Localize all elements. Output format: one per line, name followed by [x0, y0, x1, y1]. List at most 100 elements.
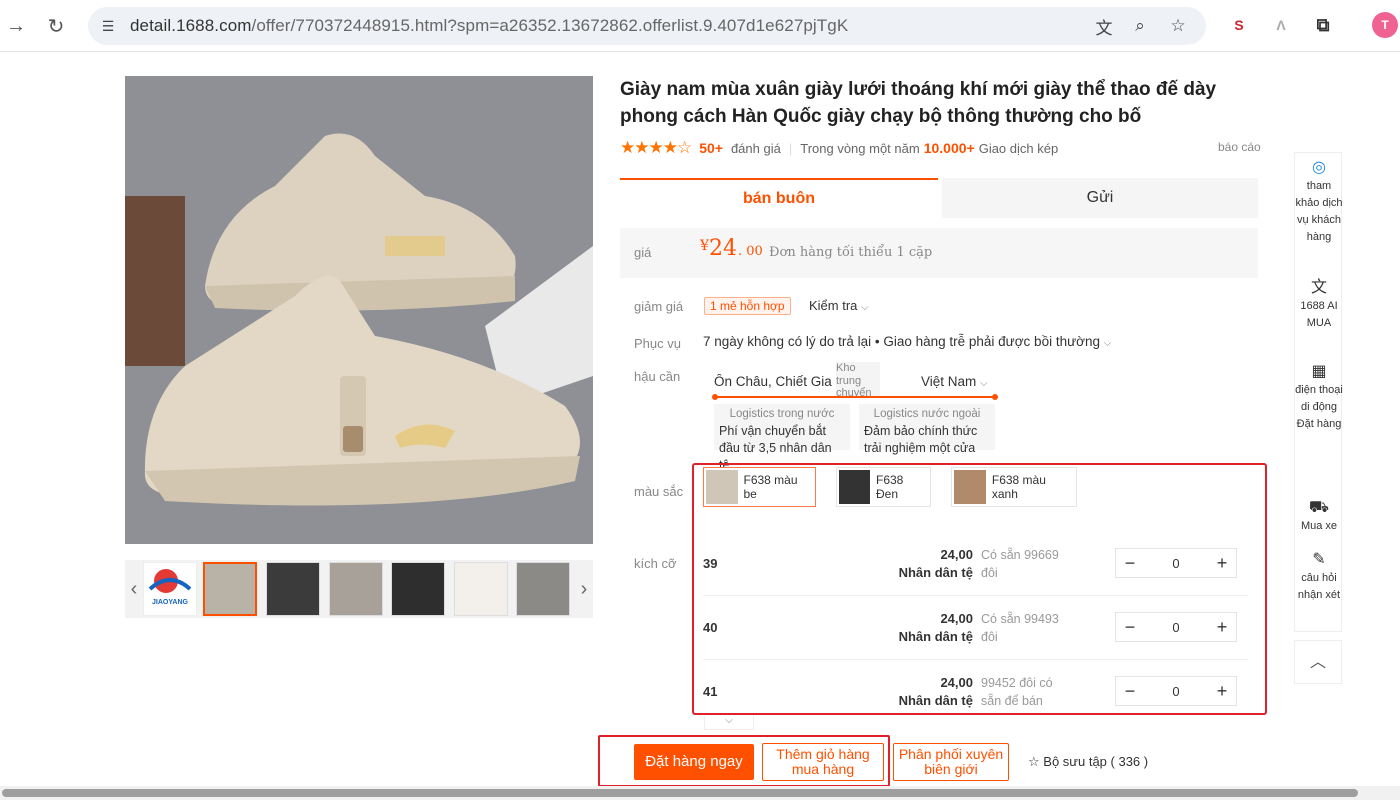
brand-logo-text: JIAOYANG	[152, 599, 188, 606]
quantity-stepper: − 0 +	[1115, 676, 1237, 706]
edit-icon: ✎	[1312, 551, 1326, 568]
domestic-logistics[interactable]: Logistics trong nước Phí vận chuyển bắt …	[714, 404, 850, 472]
mixed-batch-tag: 1 mẻ hỗn hợp	[704, 297, 791, 315]
check-label: Kiểm tra	[809, 298, 858, 313]
review-count[interactable]: 50+	[699, 140, 723, 156]
size-label: kích cỡ	[634, 556, 677, 571]
report-link[interactable]: báo cáo	[1218, 140, 1261, 154]
sidebar-mobile-order[interactable]: ▦ điện thoại di động Đặt hàng	[1295, 363, 1343, 433]
sidebar-cart[interactable]: ⛟ Mua xe	[1295, 499, 1343, 535]
international-logistics[interactable]: Logistics nước ngoài Đảm bảo chính thức …	[859, 404, 995, 455]
thumbnail-3[interactable]	[329, 562, 383, 616]
color-thumb	[954, 470, 986, 504]
extension-a-icon[interactable]: Λ	[1268, 12, 1294, 38]
sidebar-ai-buy[interactable]: 文 1688 AI MUA	[1295, 279, 1343, 332]
reload-icon[interactable]: ↻	[40, 10, 72, 42]
size-row: 40 24,00 Nhân dân tệ Có sẵn 99493 đôi − 0…	[703, 598, 1248, 660]
back-to-top-chevron-up-icon[interactable]: ︿	[1294, 640, 1342, 684]
tab-wholesale[interactable]: bán buôn	[620, 178, 938, 218]
plus-icon[interactable]: +	[1208, 617, 1236, 638]
address-bar[interactable]: ☰ detail.1688.com/offer/770372448915.htm…	[88, 7, 1206, 45]
rating-stars-icon: ★★★★☆	[620, 138, 692, 157]
size-price: 24,00 Nhân dân tệ	[853, 610, 973, 646]
size-stock: Có sẵn 99493 đôi	[981, 612, 1059, 644]
expand-sizes-chevron-icon[interactable]: ⌵	[704, 716, 754, 730]
service-dropdown[interactable]: 7 ngày không có lý do trả lại • Giao hàn…	[703, 334, 1111, 349]
thumb-next-icon[interactable]: ›	[577, 576, 591, 602]
order-now-button[interactable]: Đặt hàng ngay	[634, 744, 754, 780]
sidebar-customer-service[interactable]: ◎ tham khảo dịch vụ khách hàng	[1295, 159, 1343, 246]
floating-sidebar: ◎ tham khảo dịch vụ khách hàng 文 1688 AI…	[1294, 152, 1343, 632]
size-row: 39 24,00 Nhân dân tệ Có sẵn 99669 đôi − 0…	[703, 534, 1248, 596]
price-value: 24	[709, 236, 737, 261]
zoom-icon[interactable]: ⌕	[1128, 15, 1152, 37]
color-option-label: F638 màu xanh	[991, 473, 1046, 501]
qr-code-icon: ▦	[1311, 363, 1327, 380]
sidebar-label: câu hỏi nhận xét	[1297, 572, 1341, 601]
ship-to-dropdown[interactable]: Việt Nam ⌵	[921, 374, 988, 389]
profile-avatar[interactable]: T	[1372, 12, 1398, 38]
quantity-input[interactable]: 0	[1172, 556, 1179, 571]
color-option-beige[interactable]: F638 màu be	[703, 467, 816, 507]
thumb-prev-icon[interactable]: ‹	[127, 576, 141, 602]
plus-icon[interactable]: +	[1208, 681, 1236, 702]
color-option-blue[interactable]: F638 màu xanh	[951, 467, 1077, 507]
route-dot-end	[992, 394, 998, 400]
color-option-label: F638 màu be	[743, 473, 798, 501]
brand-thumbnail[interactable]: JIAOYANG	[143, 562, 197, 616]
check-dropdown[interactable]: Kiểm tra ⌵	[809, 298, 869, 313]
collection-button[interactable]: ☆ Bộ sưu tập ( 336 )	[1028, 754, 1148, 770]
sidebar-label: 1688 AI MUA	[1300, 300, 1338, 329]
size-name: 41	[703, 684, 718, 699]
review-label: đánh giá	[730, 140, 781, 156]
thumbnail-1[interactable]	[203, 562, 257, 616]
size-row: 41 24,00 Nhân dân tệ 99452 đôi có sẵn để …	[703, 662, 1248, 724]
size-price: 24,00 Nhân dân tệ	[853, 546, 973, 582]
minus-icon[interactable]: −	[1116, 553, 1144, 574]
chevron-down-icon: ⌵	[980, 378, 988, 389]
cross-border-button[interactable]: Phân phối xuyên biên giới	[893, 743, 1009, 781]
forward-arrow-icon[interactable]: →	[0, 10, 32, 42]
sidebar-label: điện thoại di động Đặt hàng	[1295, 384, 1343, 430]
cart-icon: ⛟	[1308, 499, 1330, 516]
minus-icon[interactable]: −	[1116, 617, 1144, 638]
price-cents: . 00	[738, 244, 763, 259]
seo-extension-icon[interactable]: S	[1226, 12, 1252, 38]
minus-icon[interactable]: −	[1116, 681, 1144, 702]
main-product-image[interactable]	[125, 76, 593, 544]
plus-icon[interactable]: +	[1208, 553, 1236, 574]
intl-logistics-title: Logistics nước ngoài	[873, 408, 981, 420]
url-text[interactable]: detail.1688.com/offer/770372448915.html?…	[130, 16, 848, 36]
bookmark-star-icon[interactable]: ☆	[1166, 15, 1190, 37]
quantity-input[interactable]: 0	[1172, 684, 1179, 699]
site-settings-icon[interactable]: ☰	[98, 16, 118, 36]
color-option-black[interactable]: F638 Đen	[836, 467, 931, 507]
sidebar-qa[interactable]: ✎ câu hỏi nhận xét	[1295, 551, 1343, 604]
scrollbar-thumb[interactable]	[2, 789, 1358, 797]
browser-toolbar: → ↻ ☰ detail.1688.com/offer/770372448915…	[0, 0, 1400, 52]
horizontal-scrollbar[interactable]	[0, 786, 1400, 800]
thumbnail-6[interactable]	[516, 562, 570, 616]
tab-send[interactable]: Gửi	[942, 178, 1258, 218]
size-name: 40	[703, 620, 718, 635]
thumbnail-5[interactable]	[454, 562, 508, 616]
extensions-puzzle-icon[interactable]: ⧉	[1310, 12, 1336, 38]
discount-label: giảm giá	[634, 299, 684, 314]
translate-icon[interactable]: 文	[1092, 15, 1116, 38]
thumbnail-4[interactable]	[391, 562, 445, 616]
route-line	[714, 396, 996, 398]
ship-to-label: Việt Nam	[921, 374, 977, 389]
rating-row: ★★★★☆ 50+ đánh giá | Trong vòng một năm …	[620, 138, 1058, 158]
collection-label: Bộ sưu tập ( 336 )	[1043, 754, 1149, 769]
price-label: giá	[634, 245, 652, 260]
product-title: Giày nam mùa xuân giày lưới thoáng khí m…	[620, 79, 1217, 127]
url-path: /offer/770372448915.html?spm=a26352.1367…	[251, 16, 849, 35]
quantity-input[interactable]: 0	[1172, 620, 1179, 635]
size-price-value: 24,00	[940, 611, 973, 626]
add-to-cart-button[interactable]: Thêm giỏ hàng mua hàng	[762, 743, 884, 781]
color-thumb	[839, 470, 870, 504]
price-currency: ¥	[700, 238, 709, 254]
thumbnail-2[interactable]	[266, 562, 320, 616]
intl-logistics-text: Đảm bảo chính thức trải nghiệm một cửa	[864, 424, 978, 455]
chat-bubble-icon: ◎	[1312, 159, 1326, 176]
